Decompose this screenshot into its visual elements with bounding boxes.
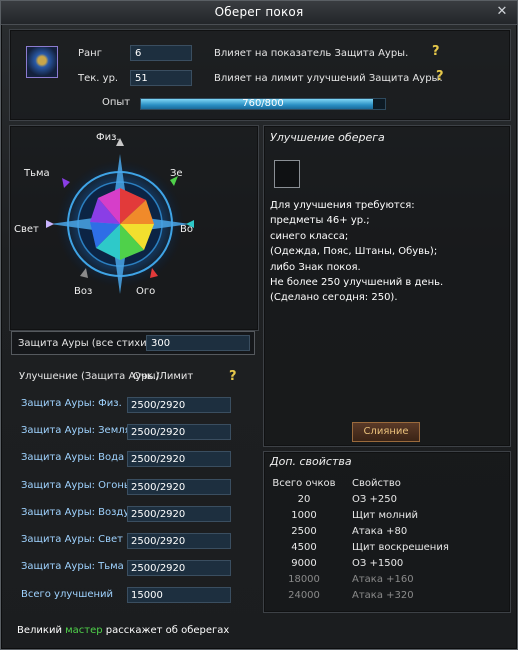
- amulet-window: Оберег покоя ✕ Ранг 6 Влияет на показате…: [0, 0, 518, 650]
- level-help-icon[interactable]: ?: [436, 69, 444, 84]
- amulet-info-panel: Ранг 6 Влияет на показатель Защита Ауры.…: [9, 29, 511, 121]
- compass-label-ogo: Ого: [136, 286, 156, 297]
- props-row: 4500 Щит воскрешения: [264, 542, 512, 558]
- compass-label-tma: Тьма: [24, 168, 50, 179]
- props-row: 1000 Щит молний: [264, 510, 512, 526]
- req-line: синего класса;: [270, 230, 349, 242]
- svet-marker: [46, 220, 54, 228]
- props-property: Атака +160: [352, 574, 414, 585]
- upgrade-label-fire: Защита Ауры: Огонь: [21, 480, 130, 491]
- upgrade-label-light: Защита Ауры: Свет: [21, 534, 123, 545]
- upgrade-label-water: Защита Ауры: Вода: [21, 452, 125, 463]
- props-points: 1000: [291, 510, 317, 521]
- props-col-property: Свойство: [352, 478, 401, 489]
- exp-bar: 760/800: [140, 98, 386, 110]
- element-compass: [46, 138, 194, 294]
- compass-label-svet: Свет: [14, 224, 39, 235]
- upgrade-value-fiz: 2500/2920: [127, 397, 231, 413]
- props-property: Атака +320: [352, 590, 414, 601]
- compass-label-vo: Во: [180, 224, 193, 235]
- rank-note: Влияет на показатель Защита Ауры.: [214, 48, 409, 59]
- requirements-text: Для улучшения требуются: предметы 46+ ур…: [270, 198, 506, 306]
- exp-text: 760/800: [242, 98, 284, 109]
- props-property: ОЗ +250: [352, 494, 397, 505]
- props-row: 9000 ОЗ +1500: [264, 558, 512, 574]
- upgrade-value-earth: 2500/2920: [127, 424, 231, 440]
- props-row-inactive: 24000 Атака +320: [264, 590, 512, 606]
- aura-total-label: Защита Ауры (все стихии): [18, 338, 158, 349]
- props-property: Щит воскрешения: [352, 542, 449, 553]
- footer-prefix: Великий: [17, 625, 66, 636]
- upgrade-value-fire: 2500/2920: [127, 479, 231, 495]
- compass-label-fiz: Физ.: [96, 132, 120, 143]
- improve-panel: Улучшение оберега Для улучшения требуютс…: [263, 125, 511, 447]
- level-note: Влияет на лимит улучшений Защита Ауры.: [214, 73, 443, 84]
- aura-total-value: 300: [146, 335, 250, 351]
- upgrade-label-dark: Защита Ауры: Тьма: [21, 561, 124, 572]
- exp-label: Опыт: [102, 97, 131, 108]
- aura-total-row: Защита Ауры (все стихии) 300: [11, 331, 255, 355]
- props-row-inactive: 18000 Атака +160: [264, 574, 512, 590]
- compass-label-voz: Воз: [74, 286, 93, 297]
- item-slot[interactable]: [274, 160, 300, 188]
- props-points: 20: [297, 494, 311, 505]
- merge-button[interactable]: Слияние: [352, 422, 420, 442]
- props-property: ОЗ +1500: [352, 558, 404, 569]
- req-line: либо Знак покоя.: [270, 261, 361, 273]
- extra-properties-panel: Доп. свойства Всего очков Свойство 20 ОЗ…: [263, 451, 511, 613]
- rank-label: Ранг: [78, 48, 102, 59]
- footer-hint: Великий мастер расскажет об оберегах: [17, 625, 229, 636]
- upgrade-value-dark: 2500/2920: [127, 560, 231, 576]
- level-value: 51: [130, 70, 192, 86]
- close-icon[interactable]: ✕: [495, 5, 509, 19]
- req-line: (Сделано сегодня: 250).: [270, 292, 398, 304]
- upgrade-value-light: 2500/2920: [127, 533, 231, 549]
- props-row: 2500 Атака +80: [264, 526, 512, 542]
- props-col-points: Всего очков: [272, 478, 336, 489]
- window-title: Оберег покоя: [214, 5, 304, 19]
- rank-value: 6: [130, 45, 192, 61]
- props-header-row: Всего очков Свойство: [264, 478, 512, 494]
- upgrade-value-water: 2500/2920: [127, 451, 231, 467]
- level-label: Тек. ур.: [78, 73, 119, 84]
- props-row: 20 ОЗ +250: [264, 494, 512, 510]
- props-header: Доп. свойства: [270, 455, 352, 468]
- improve-header: Улучшение оберега: [270, 131, 385, 144]
- req-line: Не более 250 улучшений в день.: [270, 277, 444, 289]
- props-property: Атака +80: [352, 526, 408, 537]
- title-bar[interactable]: Оберег покоя ✕: [1, 1, 517, 25]
- upgrade-value-air: 2500/2920: [127, 506, 231, 522]
- rank-help-icon[interactable]: ?: [432, 44, 440, 59]
- upgrade-label-fiz: Защита Ауры: Физ.: [21, 398, 122, 409]
- req-line: (Одежда, Пояс, Штаны, Обувь);: [270, 246, 438, 258]
- upgrade-total-value: 15000: [127, 587, 231, 603]
- req-line: Для улучшения требуются:: [270, 200, 415, 211]
- props-points: 24000: [288, 590, 320, 601]
- upgrades-help-icon[interactable]: ?: [229, 369, 237, 384]
- req-line: предметы 46+ ур.;: [270, 215, 370, 227]
- props-points: 18000: [288, 574, 320, 585]
- props-points: 9000: [291, 558, 317, 569]
- props-points: 4500: [291, 542, 317, 553]
- compass-label-ze: Зе: [170, 168, 183, 179]
- element-compass-panel: Физ. Тьма Зе Свет Во Воз Ого: [9, 125, 259, 331]
- upgrade-label-air: Защита Ауры: Воздух: [21, 507, 136, 518]
- amulet-item-icon[interactable]: [26, 46, 58, 78]
- props-table: Всего очков Свойство 20 ОЗ +250 1000 Щит…: [264, 478, 512, 606]
- upgrade-label-earth: Защита Ауры: Земля: [21, 425, 131, 436]
- upgrades-limit-header: Очк./Лимит: [133, 371, 194, 382]
- props-property: Щит молний: [352, 510, 419, 521]
- props-points: 2500: [291, 526, 317, 537]
- footer-suffix: расскажет об оберегах: [102, 625, 230, 636]
- master-link[interactable]: мастер: [65, 625, 103, 636]
- upgrade-total-label: Всего улучшений: [21, 589, 114, 600]
